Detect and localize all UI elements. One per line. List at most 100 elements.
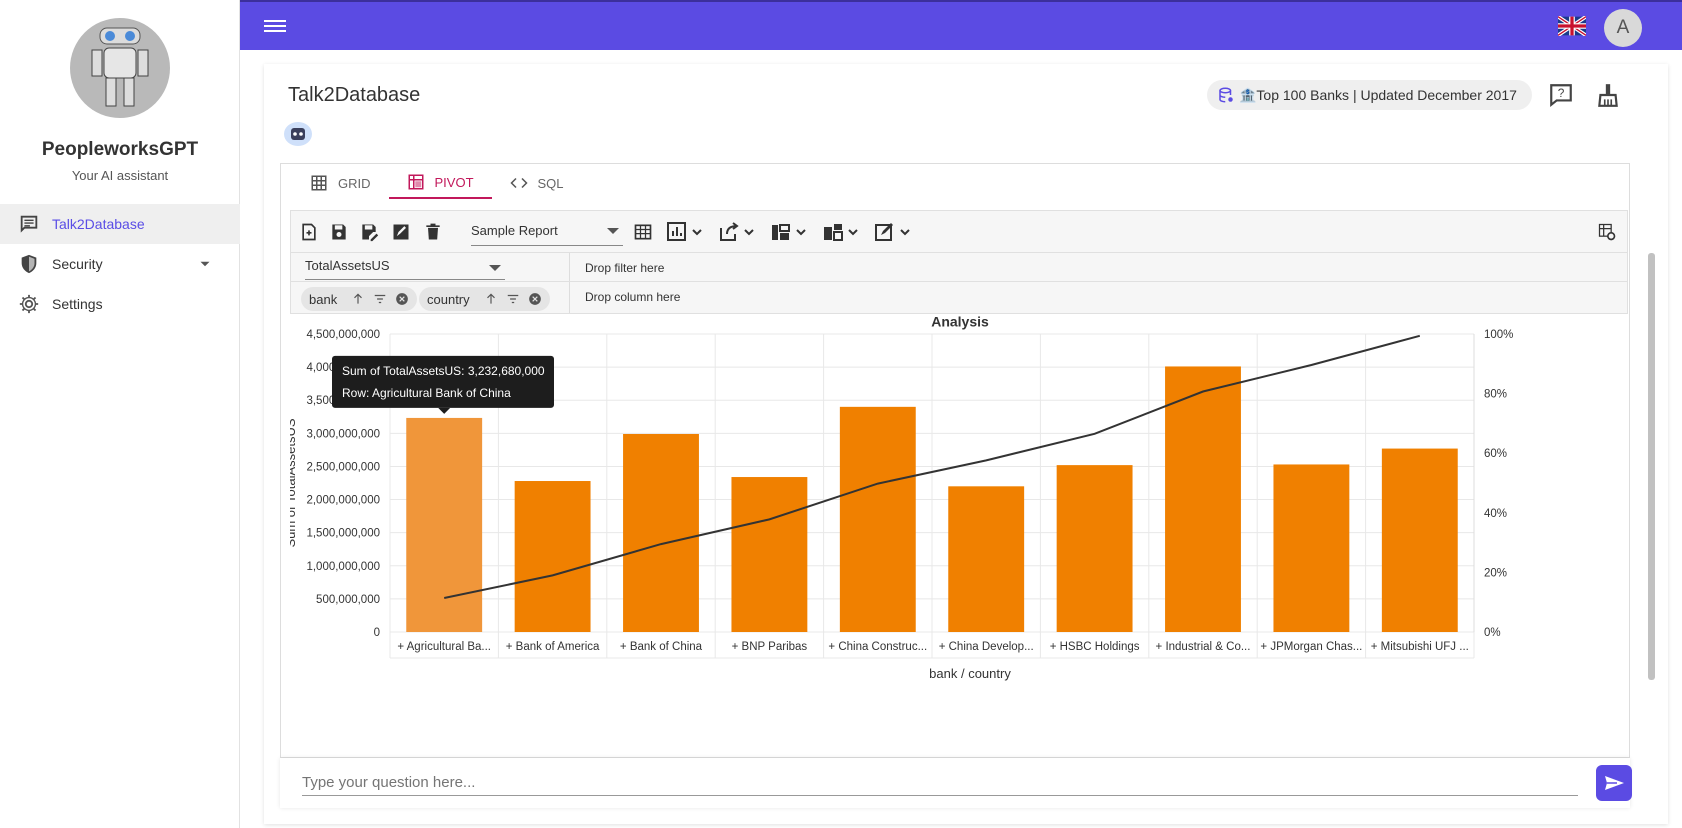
uk-flag-icon[interactable] xyxy=(1558,16,1586,36)
x-tick-label: + BNP Paribas xyxy=(732,641,808,653)
y2-tick-label: 100% xyxy=(1484,329,1513,341)
svg-text:?: ? xyxy=(1558,86,1565,100)
app-name: PeopleworksGPT xyxy=(41,139,199,160)
divider xyxy=(569,282,570,313)
tab-grid[interactable]: GRID xyxy=(292,167,389,199)
x-tick-label: + Bank of America xyxy=(506,641,600,653)
pivot-settings-icon[interactable] xyxy=(1597,222,1617,242)
tab-label: SQL xyxy=(537,175,564,191)
sidebar-item-label: Security xyxy=(52,256,103,272)
report-select-value: Sample Report xyxy=(471,223,558,238)
format-edit-icon[interactable] xyxy=(875,222,913,242)
drop-column-zone[interactable]: Drop column here xyxy=(585,290,680,304)
filter-icon[interactable] xyxy=(506,292,520,306)
x-tick-label: + JPMorgan Chas... xyxy=(1260,641,1362,653)
filter-icon[interactable] xyxy=(373,292,387,306)
bot-icon xyxy=(284,122,312,146)
x-tick-label: + China Construc... xyxy=(828,641,927,653)
remove-icon[interactable] xyxy=(395,292,409,306)
edit-icon[interactable] xyxy=(391,222,411,242)
y-tick-label: 3,000,000,000 xyxy=(306,428,380,440)
scrollbar[interactable] xyxy=(1648,253,1655,680)
row-field-country[interactable]: country xyxy=(419,287,550,311)
bar xyxy=(623,433,699,632)
app-subtitle: Your AI assistant xyxy=(71,168,169,183)
save-icon[interactable] xyxy=(329,222,349,242)
bar xyxy=(839,406,916,632)
report-select[interactable]: Sample Report xyxy=(471,218,623,246)
user-avatar[interactable]: A xyxy=(1604,9,1642,47)
filter-row: TotalAssetsUS Drop filter here xyxy=(290,252,1628,282)
datasource-chip[interactable]: 🏦Top 100 Banks | Updated December 2017 xyxy=(1207,80,1532,110)
bar xyxy=(406,417,483,632)
layout-icon[interactable] xyxy=(771,222,809,242)
tab-sql[interactable]: SQL xyxy=(492,167,582,199)
y-tick-label: 2,500,000,000 xyxy=(306,461,380,473)
top-app-bar: A xyxy=(240,0,1682,50)
clear-broom-icon[interactable] xyxy=(1595,82,1621,108)
tooltip-line: Sum of TotalAssetsUS: 3,232,680,000 xyxy=(342,364,545,378)
y-tick-label: 1,500,000,000 xyxy=(306,528,380,540)
totals-icon[interactable] xyxy=(823,222,861,242)
y2-tick-label: 0% xyxy=(1484,627,1501,639)
grid-icon xyxy=(311,175,327,191)
chevron-down-icon xyxy=(607,228,619,234)
x-tick-label: + Industrial & Co... xyxy=(1156,641,1251,653)
x-tick-label: + Mitsubishi UFJ ... xyxy=(1371,641,1469,653)
page-title: Talk2Database xyxy=(288,84,421,106)
row-field-bank[interactable]: bank xyxy=(301,287,418,311)
x-tick-label: + China Develop... xyxy=(939,641,1034,653)
y2-tick-label: 60% xyxy=(1484,448,1507,460)
x-axis-title: bank / country xyxy=(929,666,1011,681)
table-view-icon[interactable] xyxy=(633,222,653,242)
y-tick-label: 2,000,000,000 xyxy=(306,495,380,507)
field-label: bank xyxy=(309,291,338,307)
bar xyxy=(948,486,1025,632)
pivot-chart: Analysis4,500,000,0004,000,000,0003,500,… xyxy=(290,314,1513,681)
y-tick-label: 1,000,000,000 xyxy=(306,561,380,573)
sidebar-item-security[interactable]: Security xyxy=(0,244,240,284)
question-bar xyxy=(280,758,1632,808)
y2-tick-label: 80% xyxy=(1484,389,1507,401)
send-icon xyxy=(1605,776,1624,790)
chevron-down-icon xyxy=(200,261,210,267)
measure-select[interactable]: TotalAssetsUS xyxy=(305,258,505,280)
y2-tick-label: 20% xyxy=(1484,567,1507,579)
bar xyxy=(731,477,808,632)
database-icon xyxy=(1219,87,1233,103)
send-button[interactable] xyxy=(1596,765,1632,801)
sidebar-item-label: Talk2Database xyxy=(52,216,145,232)
sort-asc-icon[interactable] xyxy=(351,292,365,306)
sidebar: PeopleworksGPT Your AI assistant Talk2Da… xyxy=(0,0,240,828)
delete-icon[interactable] xyxy=(423,222,443,242)
bar xyxy=(1273,464,1350,632)
y-tick-label: 0 xyxy=(374,627,380,639)
tooltip-arrow xyxy=(438,407,451,414)
chat-icon xyxy=(20,215,38,233)
sidebar-item-label: Settings xyxy=(52,296,103,312)
chart-type-icon[interactable] xyxy=(667,222,705,242)
export-icon[interactable] xyxy=(719,222,757,242)
save-as-icon[interactable] xyxy=(359,222,379,242)
tab-pivot[interactable]: PIVOT xyxy=(388,167,492,199)
x-tick-label: + HSBC Holdings xyxy=(1050,641,1140,653)
view-tabs: GRID PIVOT SQL xyxy=(292,167,582,199)
drop-filter-zone[interactable]: Drop filter here xyxy=(585,261,664,275)
new-report-icon[interactable] xyxy=(299,222,319,242)
y-tick-label: 4,500,000,000 xyxy=(306,329,380,341)
menu-icon[interactable] xyxy=(264,17,286,35)
question-input[interactable] xyxy=(302,770,1578,796)
sort-asc-icon[interactable] xyxy=(484,292,498,306)
help-icon[interactable]: ? xyxy=(1548,82,1574,108)
pivot-toolbar: Sample Report xyxy=(290,210,1628,252)
sidebar-item-talk2database[interactable]: Talk2Database xyxy=(0,204,240,244)
pivot-icon xyxy=(408,174,423,190)
x-tick-label: + Bank of China xyxy=(620,641,703,653)
tab-label: PIVOT xyxy=(434,174,474,190)
remove-icon[interactable] xyxy=(528,292,542,306)
bar xyxy=(1056,465,1133,632)
sidebar-item-settings[interactable]: Settings xyxy=(0,284,240,324)
bar xyxy=(514,481,591,632)
column-row: bank country Drop column here xyxy=(290,282,1628,314)
assistant-avatar xyxy=(70,18,170,118)
